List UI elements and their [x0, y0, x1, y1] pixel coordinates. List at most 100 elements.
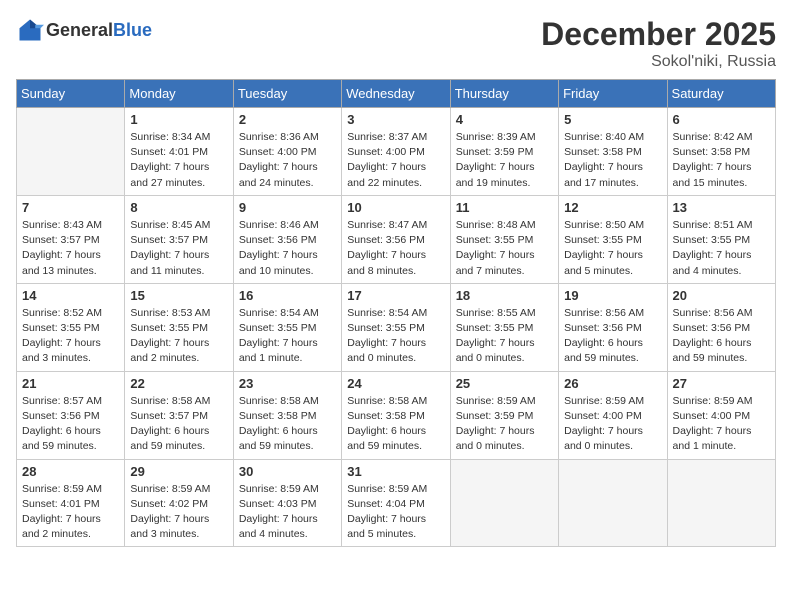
- calendar-week-row: 14 Sunrise: 8:52 AMSunset: 3:55 PMDayligh…: [17, 283, 776, 371]
- day-number: 17: [347, 288, 444, 303]
- calendar-cell: 6 Sunrise: 8:42 AMSunset: 3:58 PMDaylight…: [667, 108, 775, 196]
- day-info: Sunrise: 8:54 AMSunset: 3:55 PMDaylight:…: [347, 306, 444, 367]
- day-info: Sunrise: 8:36 AMSunset: 4:00 PMDaylight:…: [239, 130, 336, 191]
- calendar-cell: 21Sunrise: 8:57 AMSunset: 3:56 PMDayligh…: [17, 371, 125, 459]
- calendar-header-row: SundayMondayTuesdayWednesdayThursdayFrid…: [17, 80, 776, 108]
- column-header-tuesday: Tuesday: [233, 80, 341, 108]
- column-header-saturday: Saturday: [667, 80, 775, 108]
- day-number: 9: [239, 200, 336, 215]
- calendar-cell: 1 Sunrise: 8:34 AMSunset: 4:01 PMDaylight…: [125, 108, 233, 196]
- day-info: Sunrise: 8:59 AMSunset: 4:00 PMDaylight:…: [564, 394, 661, 455]
- day-number: 14: [22, 288, 119, 303]
- day-info: Sunrise: 8:56 AMSunset: 3:56 PMDaylight:…: [564, 306, 661, 367]
- calendar-cell: 3Sunrise: 8:37 AMSunset: 4:00 PMDaylight…: [342, 108, 450, 196]
- calendar-cell: 22Sunrise: 8:58 AMSunset: 3:57 PMDayligh…: [125, 371, 233, 459]
- calendar-cell: 2 Sunrise: 8:36 AMSunset: 4:00 PMDaylight…: [233, 108, 341, 196]
- day-info: Sunrise: 8:51 AMSunset: 3:55 PMDaylight:…: [673, 218, 770, 279]
- day-number: 13: [673, 200, 770, 215]
- day-info: Sunrise: 8:59 AMSunset: 4:02 PMDaylight:…: [130, 482, 227, 543]
- logo: GeneralBlue: [16, 16, 152, 44]
- day-info: Sunrise: 8:59 AMSunset: 4:04 PMDaylight:…: [347, 482, 444, 543]
- calendar-cell: 31 Sunrise: 8:59 AMSunset: 4:04 PMDayligh…: [342, 459, 450, 547]
- day-number: 25: [456, 376, 553, 391]
- month-title: December 2025: [541, 16, 776, 53]
- page-header: GeneralBlue December 2025 Sokol'niki, Ru…: [16, 16, 776, 71]
- day-info: Sunrise: 8:50 AMSunset: 3:55 PMDaylight:…: [564, 218, 661, 279]
- day-number: 29: [130, 464, 227, 479]
- day-info: Sunrise: 8:57 AMSunset: 3:56 PMDaylight:…: [22, 394, 119, 455]
- location-title: Sokol'niki, Russia: [541, 53, 776, 71]
- day-number: 7: [22, 200, 119, 215]
- calendar-cell: 18 Sunrise: 8:55 AMSunset: 3:55 PMDayligh…: [450, 283, 558, 371]
- day-number: 6: [673, 112, 770, 127]
- calendar-cell: 16Sunrise: 8:54 AMSunset: 3:55 PMDayligh…: [233, 283, 341, 371]
- calendar-cell: 14 Sunrise: 8:52 AMSunset: 3:55 PMDayligh…: [17, 283, 125, 371]
- day-info: Sunrise: 8:34 AMSunset: 4:01 PMDaylight:…: [130, 130, 227, 191]
- day-number: 24: [347, 376, 444, 391]
- day-number: 3: [347, 112, 444, 127]
- day-info: Sunrise: 8:46 AMSunset: 3:56 PMDaylight:…: [239, 218, 336, 279]
- calendar-cell: 10 Sunrise: 8:47 AMSunset: 3:56 PMDayligh…: [342, 195, 450, 283]
- day-number: 15: [130, 288, 227, 303]
- day-info: Sunrise: 8:56 AMSunset: 3:56 PMDaylight:…: [673, 306, 770, 367]
- day-number: 1: [130, 112, 227, 127]
- day-number: 16: [239, 288, 336, 303]
- day-number: 2: [239, 112, 336, 127]
- day-number: 18: [456, 288, 553, 303]
- day-number: 8: [130, 200, 227, 215]
- day-info: Sunrise: 8:47 AMSunset: 3:56 PMDaylight:…: [347, 218, 444, 279]
- day-info: Sunrise: 8:53 AMSunset: 3:55 PMDaylight:…: [130, 306, 227, 367]
- calendar-cell: 24Sunrise: 8:58 AMSunset: 3:58 PMDayligh…: [342, 371, 450, 459]
- calendar-cell: 26 Sunrise: 8:59 AMSunset: 4:00 PMDayligh…: [559, 371, 667, 459]
- calendar-cell: [559, 459, 667, 547]
- calendar-cell: 20 Sunrise: 8:56 AMSunset: 3:56 PMDayligh…: [667, 283, 775, 371]
- day-number: 11: [456, 200, 553, 215]
- day-info: Sunrise: 8:55 AMSunset: 3:55 PMDaylight:…: [456, 306, 553, 367]
- calendar-cell: 27 Sunrise: 8:59 AMSunset: 4:00 PMDayligh…: [667, 371, 775, 459]
- day-number: 26: [564, 376, 661, 391]
- day-info: Sunrise: 8:48 AMSunset: 3:55 PMDaylight:…: [456, 218, 553, 279]
- day-number: 20: [673, 288, 770, 303]
- column-header-sunday: Sunday: [17, 80, 125, 108]
- calendar-cell: 11 Sunrise: 8:48 AMSunset: 3:55 PMDayligh…: [450, 195, 558, 283]
- day-info: Sunrise: 8:45 AMSunset: 3:57 PMDaylight:…: [130, 218, 227, 279]
- calendar-cell: 5Sunrise: 8:40 AMSunset: 3:58 PMDaylight…: [559, 108, 667, 196]
- day-number: 10: [347, 200, 444, 215]
- day-number: 27: [673, 376, 770, 391]
- day-info: Sunrise: 8:59 AMSunset: 4:01 PMDaylight:…: [22, 482, 119, 543]
- calendar-cell: 23 Sunrise: 8:58 AMSunset: 3:58 PMDayligh…: [233, 371, 341, 459]
- day-number: 23: [239, 376, 336, 391]
- calendar-cell: 7Sunrise: 8:43 AMSunset: 3:57 PMDaylight…: [17, 195, 125, 283]
- calendar-week-row: 28 Sunrise: 8:59 AMSunset: 4:01 PMDayligh…: [17, 459, 776, 547]
- calendar-cell: [667, 459, 775, 547]
- calendar-cell: 12 Sunrise: 8:50 AMSunset: 3:55 PMDayligh…: [559, 195, 667, 283]
- column-header-wednesday: Wednesday: [342, 80, 450, 108]
- calendar-cell: 4Sunrise: 8:39 AMSunset: 3:59 PMDaylight…: [450, 108, 558, 196]
- day-number: 19: [564, 288, 661, 303]
- title-block: December 2025 Sokol'niki, Russia: [541, 16, 776, 71]
- day-number: 22: [130, 376, 227, 391]
- day-info: Sunrise: 8:42 AMSunset: 3:58 PMDaylight:…: [673, 130, 770, 191]
- day-info: Sunrise: 8:59 AMSunset: 3:59 PMDaylight:…: [456, 394, 553, 455]
- day-number: 28: [22, 464, 119, 479]
- logo-blue: Blue: [113, 20, 152, 40]
- calendar-cell: 15 Sunrise: 8:53 AMSunset: 3:55 PMDayligh…: [125, 283, 233, 371]
- logo-icon: [16, 16, 44, 44]
- calendar-cell: 19 Sunrise: 8:56 AMSunset: 3:56 PMDayligh…: [559, 283, 667, 371]
- day-info: Sunrise: 8:59 AMSunset: 4:00 PMDaylight:…: [673, 394, 770, 455]
- calendar-table: SundayMondayTuesdayWednesdayThursdayFrid…: [16, 79, 776, 547]
- calendar-week-row: 21Sunrise: 8:57 AMSunset: 3:56 PMDayligh…: [17, 371, 776, 459]
- day-info: Sunrise: 8:59 AMSunset: 4:03 PMDaylight:…: [239, 482, 336, 543]
- day-number: 4: [456, 112, 553, 127]
- calendar-week-row: 7Sunrise: 8:43 AMSunset: 3:57 PMDaylight…: [17, 195, 776, 283]
- day-number: 5: [564, 112, 661, 127]
- column-header-friday: Friday: [559, 80, 667, 108]
- calendar-cell: 9 Sunrise: 8:46 AMSunset: 3:56 PMDaylight…: [233, 195, 341, 283]
- calendar-cell: [450, 459, 558, 547]
- day-info: Sunrise: 8:58 AMSunset: 3:58 PMDaylight:…: [239, 394, 336, 455]
- day-number: 31: [347, 464, 444, 479]
- day-info: Sunrise: 8:52 AMSunset: 3:55 PMDaylight:…: [22, 306, 119, 367]
- day-number: 12: [564, 200, 661, 215]
- calendar-cell: 29 Sunrise: 8:59 AMSunset: 4:02 PMDayligh…: [125, 459, 233, 547]
- calendar-cell: 25 Sunrise: 8:59 AMSunset: 3:59 PMDayligh…: [450, 371, 558, 459]
